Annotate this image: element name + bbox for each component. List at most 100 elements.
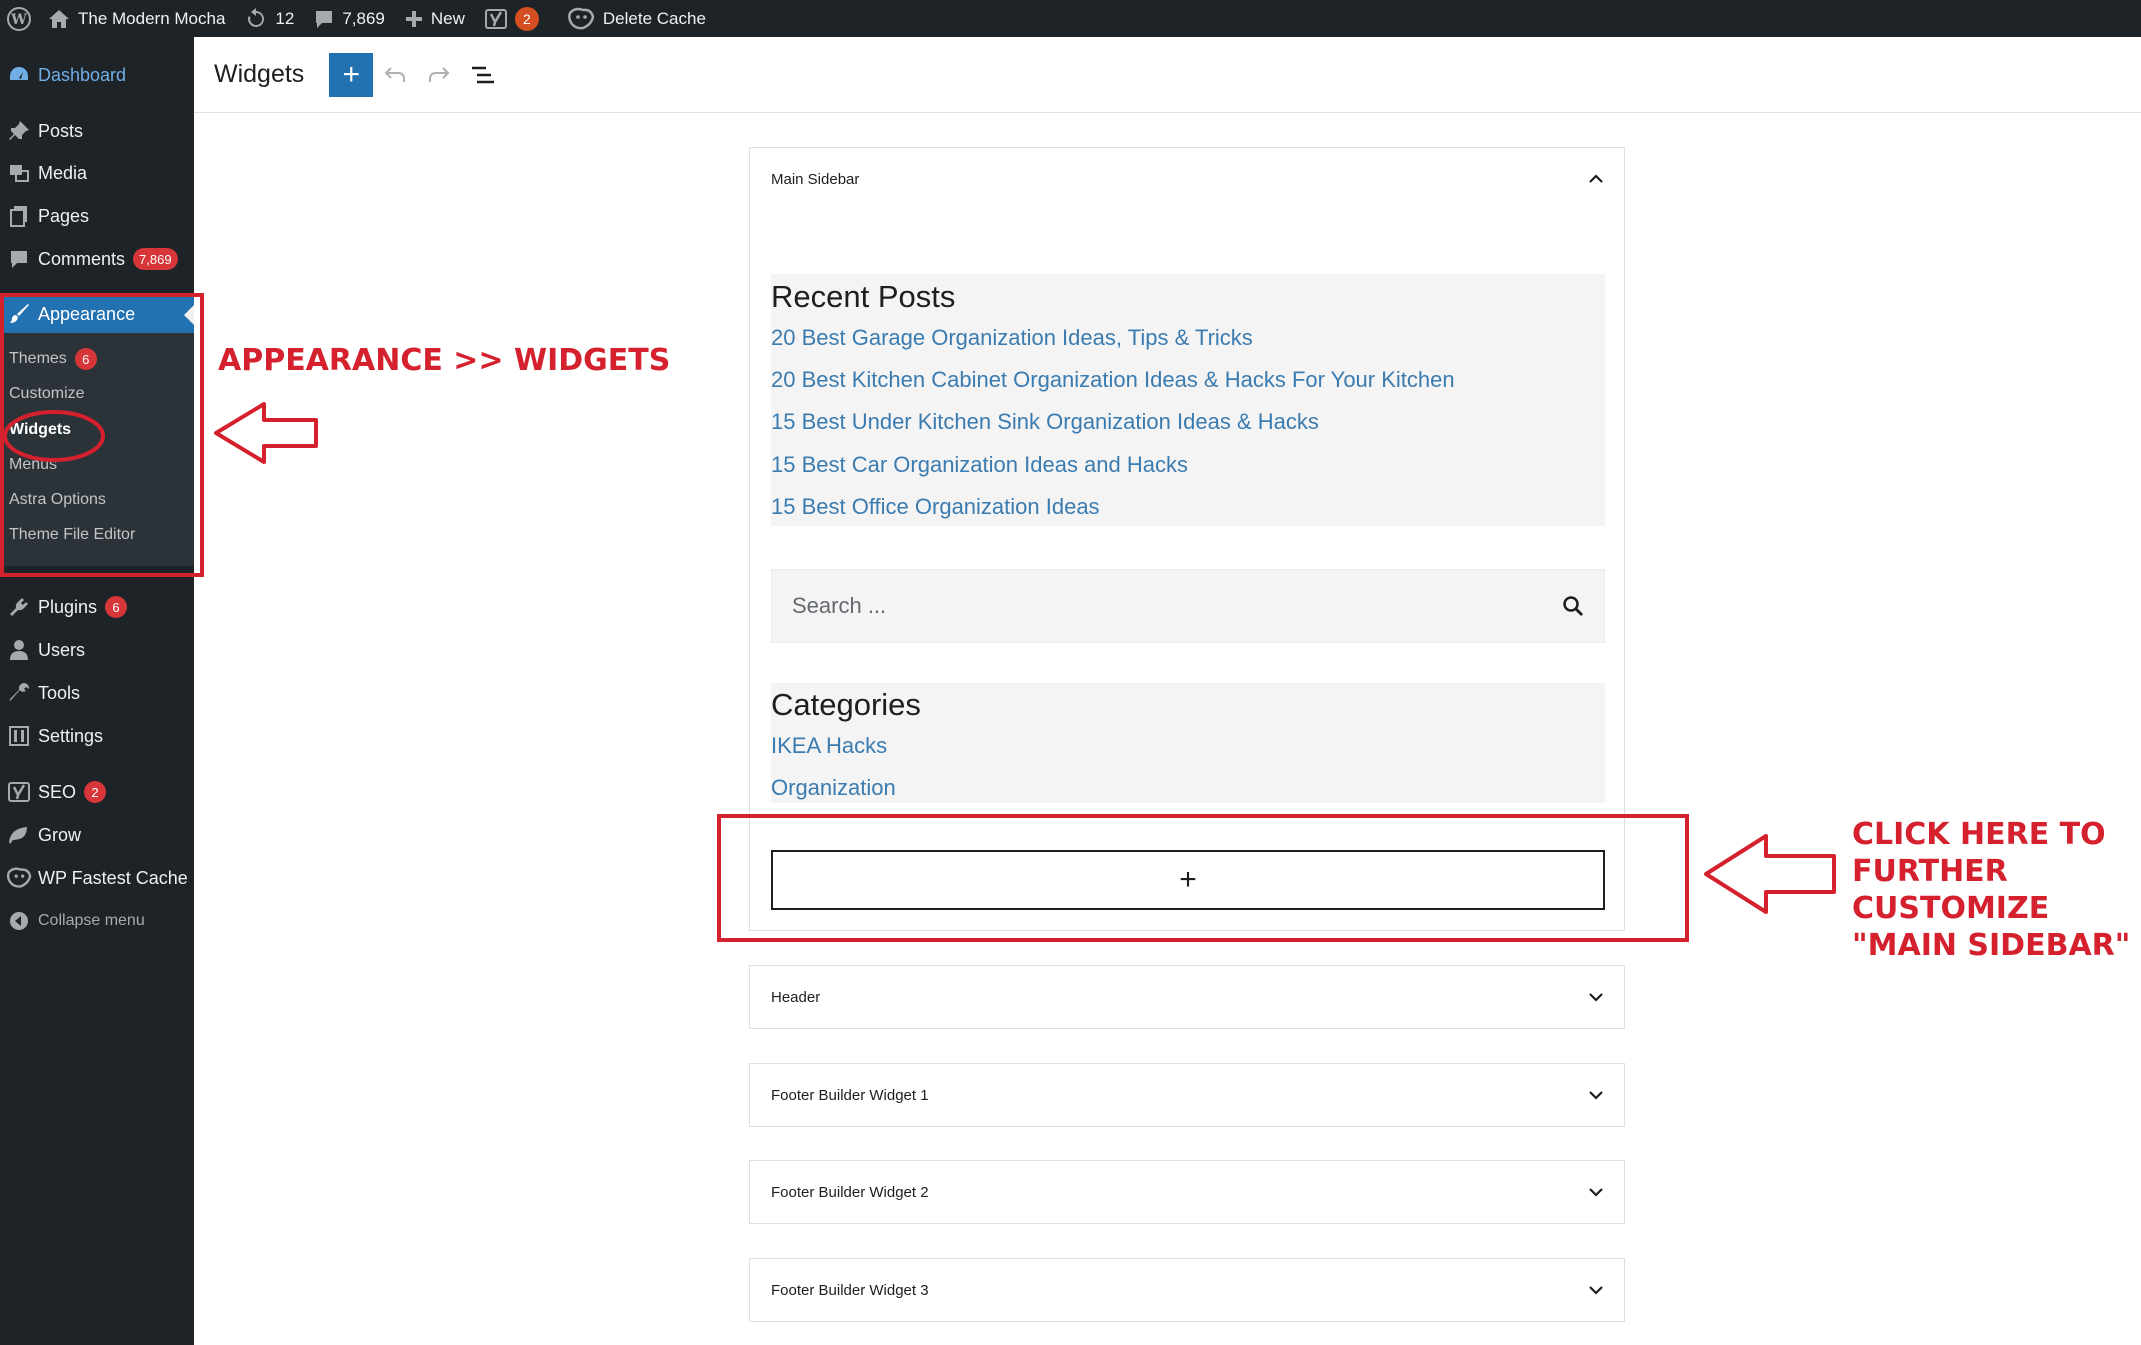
editor-header: Widgets + (194, 37, 2141, 113)
menu-label-tools: Tools (38, 682, 81, 703)
plugins-badge: 6 (105, 596, 128, 618)
delete-cache-link[interactable]: Delete Cache (557, 0, 716, 37)
recent-post-link[interactable]: 15 Best Office Organization Ideas (771, 494, 1100, 520)
menu-label-grow: Grow (38, 824, 82, 845)
grow-leaf-icon (0, 824, 38, 846)
main-sidebar-header[interactable]: Main Sidebar (750, 148, 1624, 210)
chevron-up-icon[interactable] (1588, 174, 1604, 184)
menu-item-posts[interactable]: Posts (0, 111, 194, 151)
click-annotation-line: CUSTOMIZE (1852, 891, 2050, 926)
admin-sidebar-menu: Dashboard Posts Media Pages Comments 7,8… (0, 37, 194, 1345)
category-link[interactable]: IKEA Hacks (771, 733, 887, 759)
recent-posts-heading: Recent Posts (771, 279, 956, 314)
menu-label-dashboard: Dashboard (38, 64, 127, 85)
widget-area-title: Header (771, 988, 821, 1006)
delete-cache-label: Delete Cache (602, 8, 706, 28)
list-view-icon (472, 66, 495, 83)
menu-label-pages: Pages (38, 205, 90, 226)
settings-sliders-icon (0, 725, 38, 747)
recent-post-link[interactable]: 15 Best Car Organization Ideas and Hacks (771, 452, 1188, 478)
redo-icon (429, 66, 450, 82)
undo-button[interactable] (373, 53, 417, 97)
updates-link[interactable]: 12 (235, 0, 304, 37)
updates-icon (248, 7, 265, 27)
chevron-down-icon[interactable] (1588, 992, 1604, 1002)
wordpress-logo[interactable]: W (0, 0, 38, 37)
menu-item-plugins[interactable]: Plugins 6 (0, 587, 194, 627)
main-sidebar-title: Main Sidebar (771, 170, 860, 188)
widget-area-title: Footer Builder Widget 1 (771, 1086, 929, 1104)
recent-post-link[interactable]: 15 Best Under Kitchen Sink Organization … (771, 409, 1319, 435)
category-link[interactable]: Organization (771, 775, 896, 801)
admin-bar: W The Modern Mocha 12 7,869 New 2 Delete… (0, 0, 2141, 37)
widget-area-title: Footer Builder Widget 2 (771, 1183, 929, 1201)
chevron-down-icon[interactable] (1588, 1090, 1604, 1100)
arrow-left-annotation-icon (214, 402, 318, 464)
menu-item-media[interactable]: Media (0, 153, 194, 193)
search-icon[interactable] (1562, 595, 1584, 617)
collapse-menu-button[interactable]: Collapse menu (0, 901, 194, 941)
search-placeholder: Search ... (792, 593, 887, 618)
cheetah-icon (0, 866, 38, 890)
chevron-down-icon[interactable] (1588, 1187, 1604, 1197)
categories-heading: Categories (771, 687, 921, 722)
menu-item-comments[interactable]: Comments 7,869 (0, 239, 194, 279)
menu-item-seo[interactable]: SEO 2 (0, 772, 194, 812)
menu-item-pages[interactable]: Pages (0, 196, 194, 236)
click-annotation-line: CLICK HERE TO (1852, 817, 2106, 852)
new-label: New (430, 8, 465, 28)
comments-count: 7,869 (342, 8, 385, 28)
widget-area-footer-2[interactable]: Footer Builder Widget 2 (749, 1160, 1625, 1224)
click-annotation-text: CLICK HERE TO FURTHER CUSTOMIZE "MAIN SI… (1852, 816, 2130, 964)
click-annotation-line: FURTHER (1852, 854, 2008, 889)
list-view-button[interactable] (461, 53, 505, 97)
recent-post-link[interactable]: 20 Best Kitchen Cabinet Organization Ide… (771, 367, 1455, 393)
comments-link[interactable]: 7,869 (304, 0, 395, 37)
menu-item-wp-fastest-cache[interactable]: WP Fastest Cache (0, 858, 194, 898)
widget-area-footer-3[interactable]: Footer Builder Widget 3 (749, 1258, 1625, 1322)
menu-label-collapse: Collapse menu (38, 912, 145, 929)
click-annotation-line: "MAIN SIDEBAR" (1852, 928, 2131, 963)
site-name: The Modern Mocha (78, 8, 226, 28)
arrow-left-annotation-icon (1704, 834, 1836, 914)
comment-bubble-icon (316, 10, 333, 28)
widget-area-footer-1[interactable]: Footer Builder Widget 1 (749, 1063, 1625, 1127)
menu-label-wp-fastest-cache: WP Fastest Cache (38, 867, 188, 888)
redo-button[interactable] (417, 53, 461, 97)
recent-post-link[interactable]: 20 Best Garage Organization Ideas, Tips … (771, 325, 1253, 351)
yoast-menu[interactable]: 2 (475, 0, 549, 37)
dashboard-gauge-icon (0, 64, 38, 86)
menu-label-posts: Posts (38, 120, 84, 141)
pages-icon (0, 205, 38, 227)
menu-label-comments: Comments (38, 248, 126, 269)
updates-count: 12 (275, 8, 295, 28)
widget-area-header[interactable]: Header (749, 965, 1625, 1029)
menu-label-plugins: Plugins (38, 596, 98, 617)
search-widget[interactable]: Search ... (771, 569, 1605, 643)
seo-badge: 2 (84, 781, 107, 803)
wordpress-icon: W (7, 6, 31, 31)
pushpin-icon (0, 120, 38, 142)
appender-highlight-box (717, 814, 1689, 942)
plus-icon: + (342, 57, 361, 91)
menu-label-seo: SEO (38, 781, 77, 802)
menu-label-settings: Settings (38, 725, 104, 746)
menu-item-tools[interactable]: Tools (0, 673, 194, 713)
page-title: Widgets (214, 60, 305, 88)
menu-item-dashboard[interactable]: Dashboard (0, 55, 194, 95)
appearance-annotation-text: APPEARANCE >> WIDGETS (218, 343, 671, 378)
menu-item-users[interactable]: Users (0, 630, 194, 670)
add-block-button[interactable]: + (329, 52, 374, 97)
chevron-down-icon[interactable] (1588, 1285, 1604, 1295)
plus-icon (405, 10, 422, 27)
menu-label-users: Users (38, 639, 86, 660)
comments-icon (0, 249, 38, 269)
new-content-link[interactable]: New (395, 0, 475, 37)
collapse-arrow-icon (0, 911, 38, 931)
menu-label-media: Media (38, 162, 88, 183)
home-icon (49, 9, 69, 28)
menu-item-grow[interactable]: Grow (0, 815, 194, 855)
widgets-highlight-circle (3, 410, 105, 462)
site-name-link[interactable]: The Modern Mocha (38, 0, 235, 37)
menu-item-settings[interactable]: Settings (0, 716, 194, 756)
